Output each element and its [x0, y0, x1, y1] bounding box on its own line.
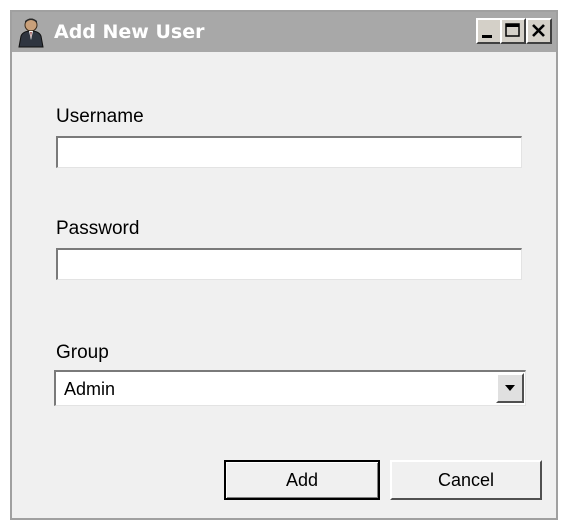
group-select[interactable]: Admin [54, 370, 526, 406]
title-bar[interactable]: Add New User [12, 12, 556, 52]
username-field[interactable] [56, 136, 522, 168]
close-button[interactable] [526, 18, 552, 44]
username-label: Username [56, 106, 144, 127]
user-icon [16, 16, 46, 48]
group-selected-value: Admin [64, 379, 116, 399]
password-field[interactable] [56, 248, 522, 280]
group-label: Group [56, 342, 109, 363]
maximize-button[interactable] [500, 18, 526, 44]
add-user-dialog: Add New User Username Password Group Adm… [10, 10, 558, 520]
minimize-button[interactable] [476, 18, 502, 44]
add-button[interactable]: Add [224, 460, 380, 500]
cancel-button[interactable]: Cancel [390, 460, 542, 500]
window-title: Add New User [54, 21, 205, 43]
group-dropdown-button[interactable] [496, 373, 524, 403]
password-label: Password [56, 218, 140, 239]
